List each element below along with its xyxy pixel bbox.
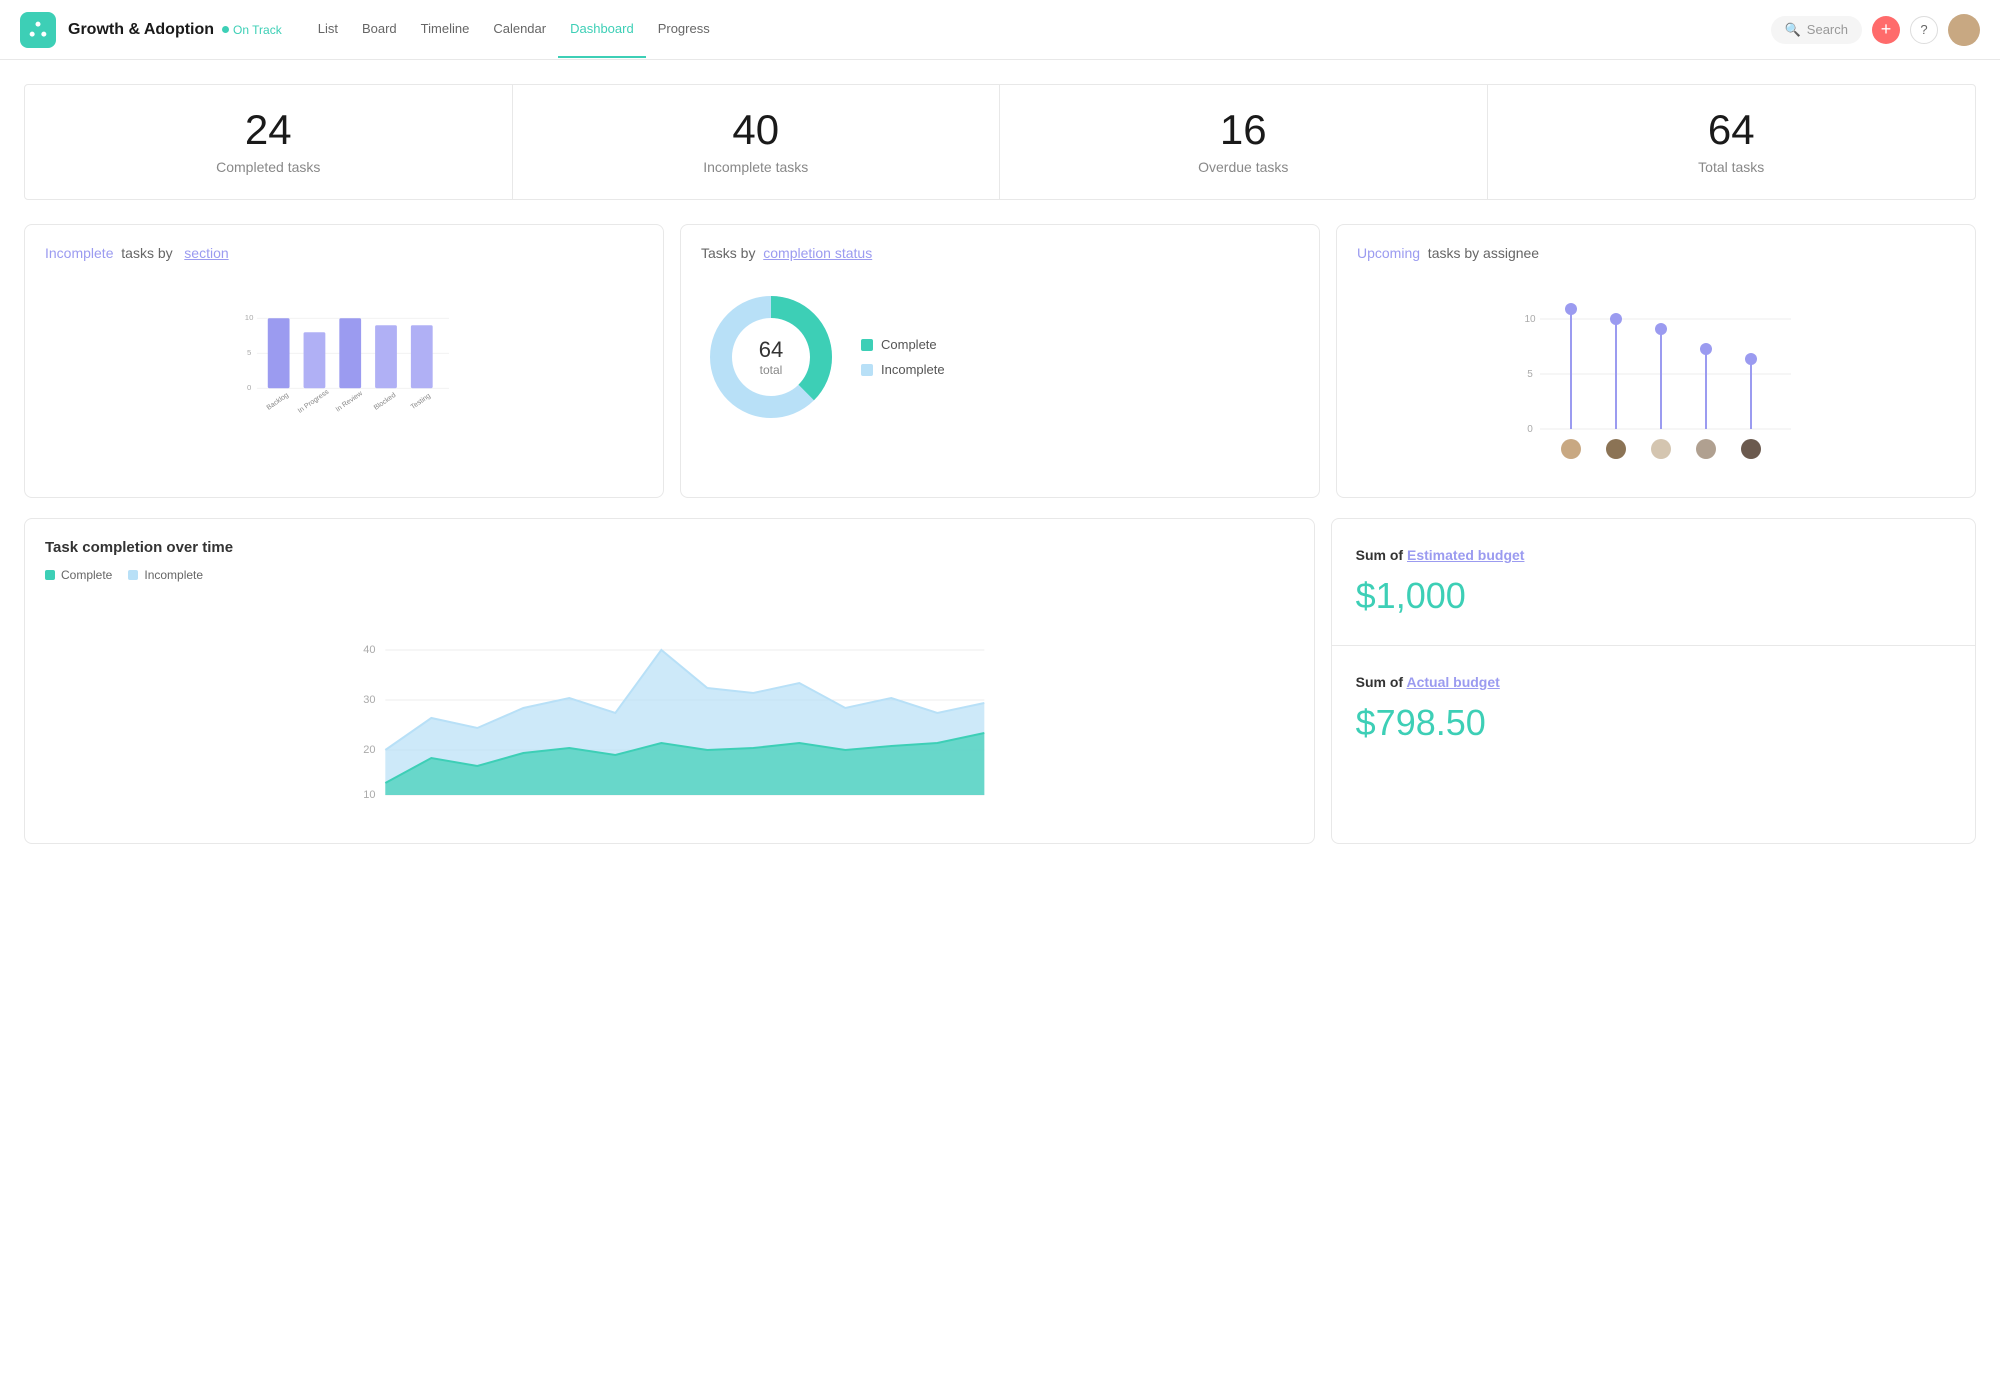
stat-overdue: 16 Overdue tasks — [1000, 85, 1488, 199]
bar-chart-svg: 0 5 10 — [45, 277, 643, 417]
svg-text:0: 0 — [247, 383, 252, 392]
bottom-row: Task completion over time Complete Incom… — [24, 518, 1976, 844]
stat-total: 64 Total tasks — [1488, 85, 1976, 199]
legend-incomplete-dot — [861, 364, 873, 376]
budget-actual-link[interactable]: Actual budget — [1406, 674, 1499, 690]
budget-actual-section: Sum of Actual budget $798.50 — [1332, 646, 1975, 772]
help-button[interactable]: ? — [1910, 16, 1938, 44]
donut-legend: Complete Incomplete — [861, 337, 945, 377]
stat-incomplete: 40 Incomplete tasks — [513, 85, 1001, 199]
svg-text:In Review: In Review — [335, 390, 365, 414]
svg-text:10: 10 — [363, 789, 375, 801]
nav-timeline[interactable]: Timeline — [409, 1, 482, 58]
budget-estimated-value: $1,000 — [1356, 575, 1951, 617]
nav-calendar[interactable]: Calendar — [481, 1, 558, 58]
charts-row: Incomplete tasks by section 0 5 10 — [24, 224, 1976, 498]
budget-estimated-link[interactable]: Estimated budget — [1407, 547, 1524, 563]
nav-progress[interactable]: Progress — [646, 1, 722, 58]
area-legend-incomplete-label: Incomplete — [144, 568, 203, 582]
svg-text:In Progress: In Progress — [297, 388, 331, 415]
chart-completion-title: Tasks by completion status — [701, 245, 1299, 261]
logo-icon — [28, 20, 48, 40]
logo — [20, 12, 56, 48]
area-legend-incomplete-dot — [128, 570, 138, 580]
svg-text:0: 0 — [1527, 424, 1533, 435]
legend-incomplete-label: Incomplete — [881, 362, 945, 377]
status-badge: On Track — [222, 23, 282, 37]
svg-text:Blocked: Blocked — [373, 392, 398, 412]
area-legend-complete-label: Complete — [61, 568, 112, 582]
svg-text:5: 5 — [1527, 369, 1533, 380]
budget-actual-value: $798.50 — [1356, 702, 1951, 744]
stats-row: 24 Completed tasks 40 Incomplete tasks 1… — [24, 84, 1976, 200]
legend-incomplete: Incomplete — [861, 362, 945, 377]
lollipop-svg: 0 5 10 — [1357, 277, 1955, 477]
avatar[interactable] — [1948, 14, 1980, 46]
svg-text:30: 30 — [363, 694, 375, 706]
stat-completed-number: 24 — [41, 109, 496, 151]
budget-card: Sum of Estimated budget $1,000 Sum of Ac… — [1331, 518, 1976, 844]
stat-overdue-number: 16 — [1016, 109, 1471, 151]
area-chart-title: Task completion over time — [45, 539, 1294, 556]
add-button[interactable]: + — [1872, 16, 1900, 44]
legend-complete-label: Complete — [881, 337, 937, 352]
svg-text:10: 10 — [245, 313, 254, 322]
donut-label: total — [759, 363, 783, 377]
chart-incomplete-title: Incomplete tasks by section — [45, 245, 643, 261]
stat-total-number: 64 — [1504, 109, 1960, 151]
stat-completed-label: Completed tasks — [41, 159, 496, 175]
donut-area: 64 total Complete Incomplete — [701, 277, 1299, 437]
donut-center: 64 total — [759, 337, 783, 377]
search-box[interactable]: 🔍 Search — [1771, 16, 1862, 44]
area-legend: Complete Incomplete — [45, 568, 1294, 582]
lollipop-area: 0 5 10 — [1357, 277, 1955, 477]
budget-actual-label: Sum of Actual budget — [1356, 674, 1951, 690]
donut-container: 64 total — [701, 287, 841, 427]
header-right: 🔍 Search + ? — [1771, 14, 1980, 46]
chart-assignee: Upcoming tasks by assignee 0 5 10 — [1336, 224, 1976, 498]
budget-estimated-section: Sum of Estimated budget $1,000 — [1332, 519, 1975, 646]
svg-text:Backlog: Backlog — [266, 392, 291, 412]
svg-text:Testing: Testing — [410, 392, 432, 411]
stat-overdue-label: Overdue tasks — [1016, 159, 1471, 175]
area-chart-card: Task completion over time Complete Incom… — [24, 518, 1315, 844]
header: Growth & Adoption On Track List Board Ti… — [0, 0, 2000, 60]
stat-incomplete-number: 40 — [529, 109, 984, 151]
legend-complete: Complete — [861, 337, 945, 352]
project-title: Growth & Adoption — [68, 21, 214, 39]
chart-assignee-title: Upcoming tasks by assignee — [1357, 245, 1955, 261]
area-legend-complete-dot — [45, 570, 55, 580]
header-nav: List Board Timeline Calendar Dashboard P… — [306, 1, 722, 58]
search-icon: 🔍 — [1785, 22, 1801, 38]
nav-list[interactable]: List — [306, 1, 350, 58]
svg-text:20: 20 — [363, 744, 375, 756]
nav-board[interactable]: Board — [350, 1, 409, 58]
budget-estimated-label: Sum of Estimated budget — [1356, 547, 1951, 563]
chart-incomplete-title-link[interactable]: section — [184, 245, 228, 261]
stat-incomplete-label: Incomplete tasks — [529, 159, 984, 175]
status-label: On Track — [233, 23, 282, 37]
chart-incomplete-section: Incomplete tasks by section 0 5 10 — [24, 224, 664, 498]
svg-text:10: 10 — [1524, 314, 1536, 325]
legend-complete-dot — [861, 339, 873, 351]
search-placeholder: Search — [1807, 22, 1848, 37]
chart-completion-status: Tasks by completion status 64 total — [680, 224, 1320, 498]
svg-text:40: 40 — [363, 644, 375, 656]
stat-total-label: Total tasks — [1504, 159, 1960, 175]
area-legend-incomplete: Incomplete — [128, 568, 203, 582]
area-chart-svg: 10 20 30 40 — [45, 598, 1294, 818]
stat-completed: 24 Completed tasks — [25, 85, 513, 199]
main-content: 24 Completed tasks 40 Incomplete tasks 1… — [0, 60, 2000, 868]
area-legend-complete: Complete — [45, 568, 112, 582]
chart-assignee-highlight: Upcoming — [1357, 245, 1420, 261]
svg-text:5: 5 — [247, 348, 251, 357]
bar-chart-area: 0 5 10 — [45, 277, 643, 457]
status-dot — [222, 26, 229, 33]
donut-total: 64 — [759, 337, 783, 363]
chart-incomplete-title-highlight: Incomplete — [45, 245, 113, 261]
chart-completion-link[interactable]: completion status — [763, 245, 872, 261]
nav-dashboard[interactable]: Dashboard — [558, 1, 646, 58]
